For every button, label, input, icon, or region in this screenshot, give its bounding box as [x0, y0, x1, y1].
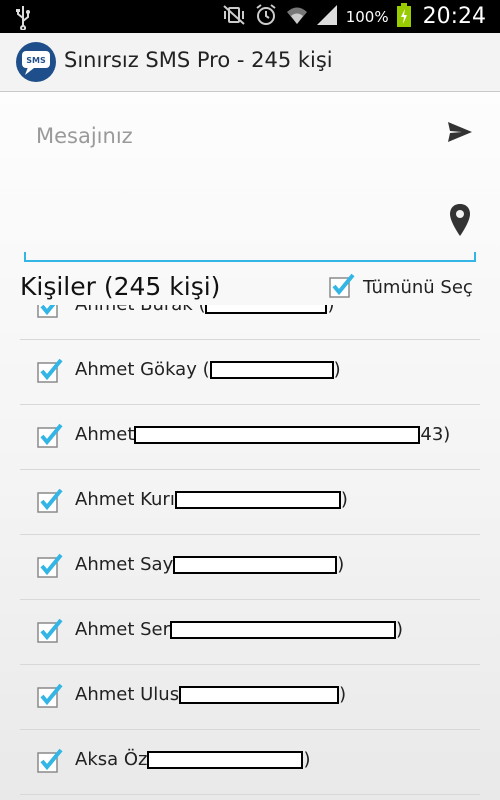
contact-name: Ahmet Say) [75, 554, 345, 575]
list-item[interactable]: Aksa Öz) [20, 730, 480, 795]
list-item[interactable]: Ahmet Ulus) [20, 665, 480, 730]
checkbox-checked-icon[interactable] [37, 358, 63, 383]
send-button[interactable] [444, 116, 476, 148]
contact-name: Ahmet Ser) [75, 619, 404, 640]
battery-charging-icon [396, 2, 411, 31]
svg-text:SMS: SMS [26, 56, 46, 65]
list-item[interactable]: Ahmet Gökay () [20, 340, 480, 405]
alarm-icon [254, 3, 278, 31]
contact-name: Ahmet Burak () [75, 305, 335, 315]
list-item[interactable]: Ahmet 43) [20, 405, 480, 470]
signal-icon [316, 4, 338, 30]
select-all-label: Tümünü Seç [363, 276, 473, 298]
checkbox-checked-icon[interactable] [37, 553, 63, 578]
redacted-phone [174, 491, 341, 509]
redacted-phone [173, 556, 338, 574]
checkbox-checked-icon[interactable] [37, 748, 63, 773]
redacted-phone [134, 426, 421, 444]
checkbox-checked-icon[interactable] [37, 423, 63, 448]
redacted-phone [209, 361, 334, 379]
checkbox-checked-icon[interactable] [37, 488, 63, 513]
redacted-phone [147, 751, 304, 769]
clock: 20:24 [422, 4, 486, 29]
list-item[interactable]: Ahmet Ser) [20, 600, 480, 665]
contact-name: Ahmet Gökay () [75, 359, 341, 380]
status-bar: 100% 20:24 [0, 0, 500, 33]
redacted-phone [179, 686, 340, 704]
message-input-underline [24, 252, 476, 262]
location-pin-icon [450, 204, 470, 236]
redacted-phone [205, 305, 328, 314]
redacted-phone [170, 621, 397, 639]
checkbox-checked-icon[interactable] [37, 305, 59, 318]
checkbox-checked-icon [329, 273, 355, 298]
contacts-header: Kişiler (245 kişi) [20, 272, 221, 301]
location-button[interactable] [448, 203, 472, 237]
message-input[interactable]: Mesajınız [36, 124, 133, 148]
checkbox-checked-icon[interactable] [37, 683, 63, 708]
checkbox-checked-icon[interactable] [37, 618, 63, 643]
list-item[interactable]: Ahmet Kurı) [20, 470, 480, 535]
contact-name: Ahmet Ulus) [75, 684, 347, 705]
vibrate-mute-icon [222, 4, 246, 30]
select-all-checkbox[interactable]: Tümünü Seç [329, 273, 473, 298]
contact-list[interactable]: Ahmet Burak () Ahmet Gökay () Ahmet43) A… [0, 305, 500, 800]
battery-percent: 100% [345, 7, 389, 26]
list-item[interactable]: Ahmet Burak () [20, 305, 480, 340]
contact-name: Aksa Öz) [75, 749, 311, 770]
list-item[interactable]: Ahmet Say) [20, 535, 480, 600]
wifi-icon [286, 5, 308, 29]
send-icon [448, 122, 472, 142]
app-logo-icon[interactable]: SMS [15, 41, 57, 83]
usb-icon [14, 4, 32, 34]
contact-name: Ahmet Kurı) [75, 489, 348, 510]
page-title: Sınırsız SMS Pro - 245 kişi [64, 48, 333, 72]
contact-name: Ahmet 43) [75, 424, 451, 445]
action-bar: SMS Sınırsız SMS Pro - 245 kişi [0, 33, 500, 92]
